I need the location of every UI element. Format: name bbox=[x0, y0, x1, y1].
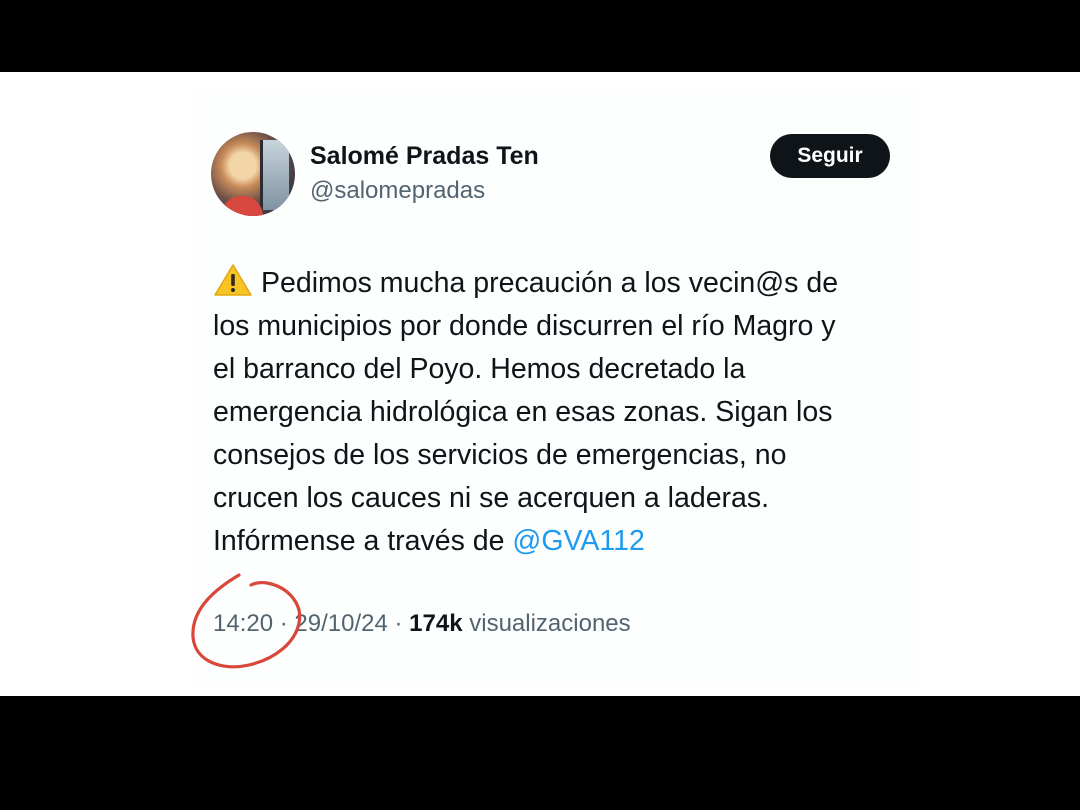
tweet-text: Pedimos mucha precaución a los vecin@s d… bbox=[213, 262, 913, 563]
avatar-background-window bbox=[260, 140, 289, 210]
mention-link[interactable]: @GVA112 bbox=[512, 525, 644, 557]
tweet-line: Pedimos mucha precaución a los vecin@s d… bbox=[213, 262, 913, 305]
screenshot-frame: Salomé Pradas Ten @salomepradas Seguir P… bbox=[0, 72, 1080, 696]
annotation-circle-mark bbox=[191, 573, 302, 669]
tweet-line: consejos de los servicios de emergencias… bbox=[213, 439, 787, 471]
avatar[interactable] bbox=[211, 132, 295, 216]
tweet-line-text: Infórmense a través de bbox=[213, 525, 505, 557]
tweet-line: el barranco del Poyo. Hemos decretado la bbox=[213, 353, 746, 385]
avatar-shirt bbox=[221, 196, 263, 216]
follow-button[interactable]: Seguir bbox=[770, 134, 890, 178]
meta-separator: · bbox=[394, 610, 403, 637]
author-display-name[interactable]: Salomé Pradas Ten bbox=[310, 142, 539, 171]
warning-icon bbox=[214, 264, 252, 296]
tweet-line: crucen los cauces ni se acerquen a lader… bbox=[213, 482, 770, 514]
tweet-line: emergencia hidrológica en esas zonas. Si… bbox=[213, 396, 833, 428]
views-count: 174k bbox=[409, 610, 463, 637]
views-label: visualizaciones bbox=[469, 610, 631, 637]
author-handle[interactable]: @salomepradas bbox=[310, 177, 485, 205]
tweet-line-text: Pedimos mucha precaución a los vecin@s d… bbox=[261, 267, 839, 299]
tweet-line: Infórmense a través de @GVA112 bbox=[213, 520, 913, 563]
tweet-line: los municipios por donde discurren el rí… bbox=[213, 310, 836, 342]
